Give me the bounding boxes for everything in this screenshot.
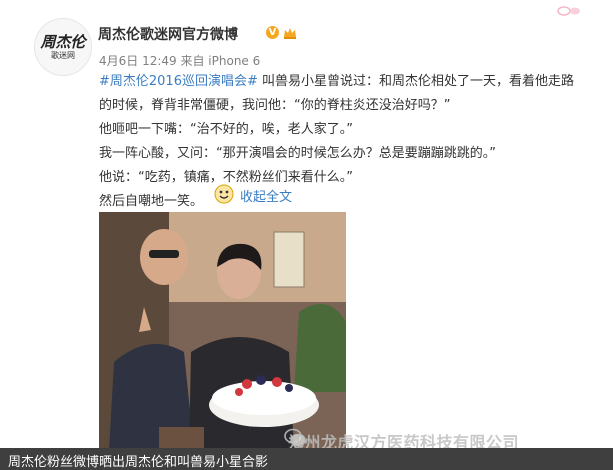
photo-caption: 周杰伦粉丝微博晒出周杰伦和叫兽易小星合影 <box>8 455 269 470</box>
crown-member-icon <box>284 28 296 39</box>
post-line: 我一阵心酸，又问：“那开演唱会的时候怎么办？总是要蹦蹦跳跳的。” <box>99 146 496 161</box>
post-meta[interactable]: 4月6日 12:49 来自 iPhone 6 <box>99 52 260 69</box>
avatar[interactable]: 周杰伦 歌迷网 <box>34 18 92 76</box>
post-line: #周杰伦2016巡回演唱会# 叫兽易小星曾说过：和周杰伦相处了一天，看着他走路 <box>99 70 604 94</box>
username-link[interactable]: 周杰伦歌迷网官方微博 <box>98 24 238 44</box>
post-line: 的时候，脊背非常僵硬，我问他：“你的脊柱炎还没治好吗？” <box>99 98 451 113</box>
avatar-logo-text: 周杰伦 <box>40 32 86 51</box>
collapse-emoji-icon[interactable] <box>214 184 234 204</box>
weibo-post-card: 周杰伦 歌迷网 周杰伦歌迷网官方微博 V 4月6日 12:49 来自 iPhon… <box>0 0 613 470</box>
avatar-logo-subtext: 歌迷网 <box>51 50 75 60</box>
verified-v-icon: V <box>266 26 279 39</box>
post-photo[interactable] <box>99 212 346 450</box>
post-line: 他咂吧一下嘴：“治不好的，唉，老人家了。” <box>99 122 353 137</box>
decor-icon <box>557 6 580 16</box>
post-line: 他说：“吃药，镇痛，不然粉丝们来看什么。” <box>99 170 353 185</box>
post-line: 然后自嘲地一笑。 <box>99 194 204 209</box>
collapse-full-text-link[interactable]: 收起全文 <box>240 186 292 205</box>
post-line-text: 叫兽易小星曾说过：和周杰伦相处了一天，看着他走路 <box>257 74 575 89</box>
post-body: #周杰伦2016巡回演唱会# 叫兽易小星曾说过：和周杰伦相处了一天，看着他走路 … <box>99 70 604 214</box>
hashtag-link[interactable]: #周杰伦2016巡回演唱会# <box>99 74 258 89</box>
